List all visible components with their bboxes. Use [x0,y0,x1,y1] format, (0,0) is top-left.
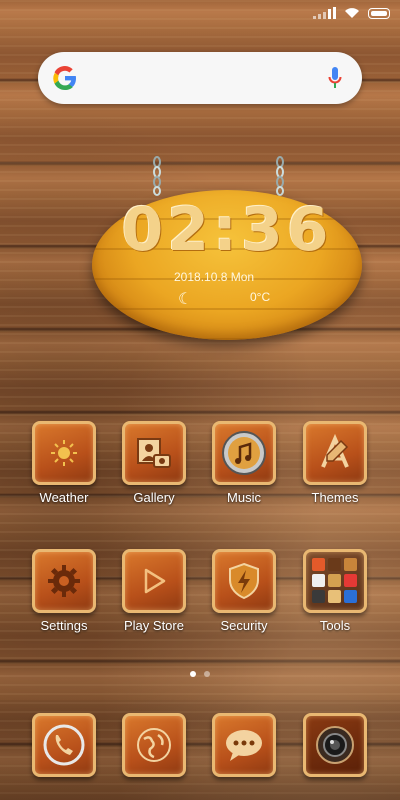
google-g-icon [53,66,76,90]
page-dot[interactable] [204,671,210,677]
search-bar[interactable] [38,52,362,104]
app-label: Weather [39,490,89,505]
app-label: Security [220,618,268,633]
weather-temperature: 0°C [250,290,271,304]
battery-icon [368,7,390,19]
app-music[interactable]: Music [199,421,289,505]
clock-widget[interactable]: 02:36 2018.10.8 Mon ☾ 0°C [92,190,362,340]
app-label: Tools [319,618,351,633]
phone-icon [32,713,96,777]
gallery-icon [122,421,186,485]
crescent-moon-icon: ☾ [178,291,193,308]
play-store-icon [122,549,186,613]
page-dot-active[interactable] [190,671,196,677]
chain-icon [153,156,161,196]
shield-icon [212,549,276,613]
music-note-icon [212,421,276,485]
signal-icon [313,7,336,19]
app-tools-folder[interactable]: Tools [290,549,380,633]
tools-folder-icon [303,549,367,613]
gear-icon [32,549,96,613]
app-label: Music [227,490,261,505]
themes-icon [303,421,367,485]
app-label: Settings [40,618,88,633]
app-settings[interactable]: Settings [19,549,109,633]
microphone-icon[interactable] [328,66,342,90]
messages-icon [212,713,276,777]
app-label: Themes [311,490,359,505]
app-themes[interactable]: Themes [290,421,380,505]
status-bar [0,0,400,28]
sun-icon [32,421,96,485]
clock-date: 2018.10.8 Mon [174,270,255,284]
browser-globe-icon [122,713,186,777]
clock-time: 02:36 [121,195,333,265]
wallpaper [0,0,400,800]
app-weather[interactable]: Weather [19,421,109,505]
app-label: Play Store [124,618,184,633]
camera-icon [303,713,367,777]
app-security[interactable]: Security [199,549,289,633]
dock-camera[interactable] [290,713,380,777]
dock-phone[interactable] [19,713,109,777]
app-label: Gallery [133,490,175,505]
dock-browser[interactable] [109,713,199,777]
chain-icon [276,156,284,196]
page-indicator [0,671,400,677]
app-gallery[interactable]: Gallery [109,421,199,505]
app-play-store[interactable]: Play Store [109,549,199,633]
dock-messages[interactable] [199,713,289,777]
wifi-icon [344,7,360,19]
